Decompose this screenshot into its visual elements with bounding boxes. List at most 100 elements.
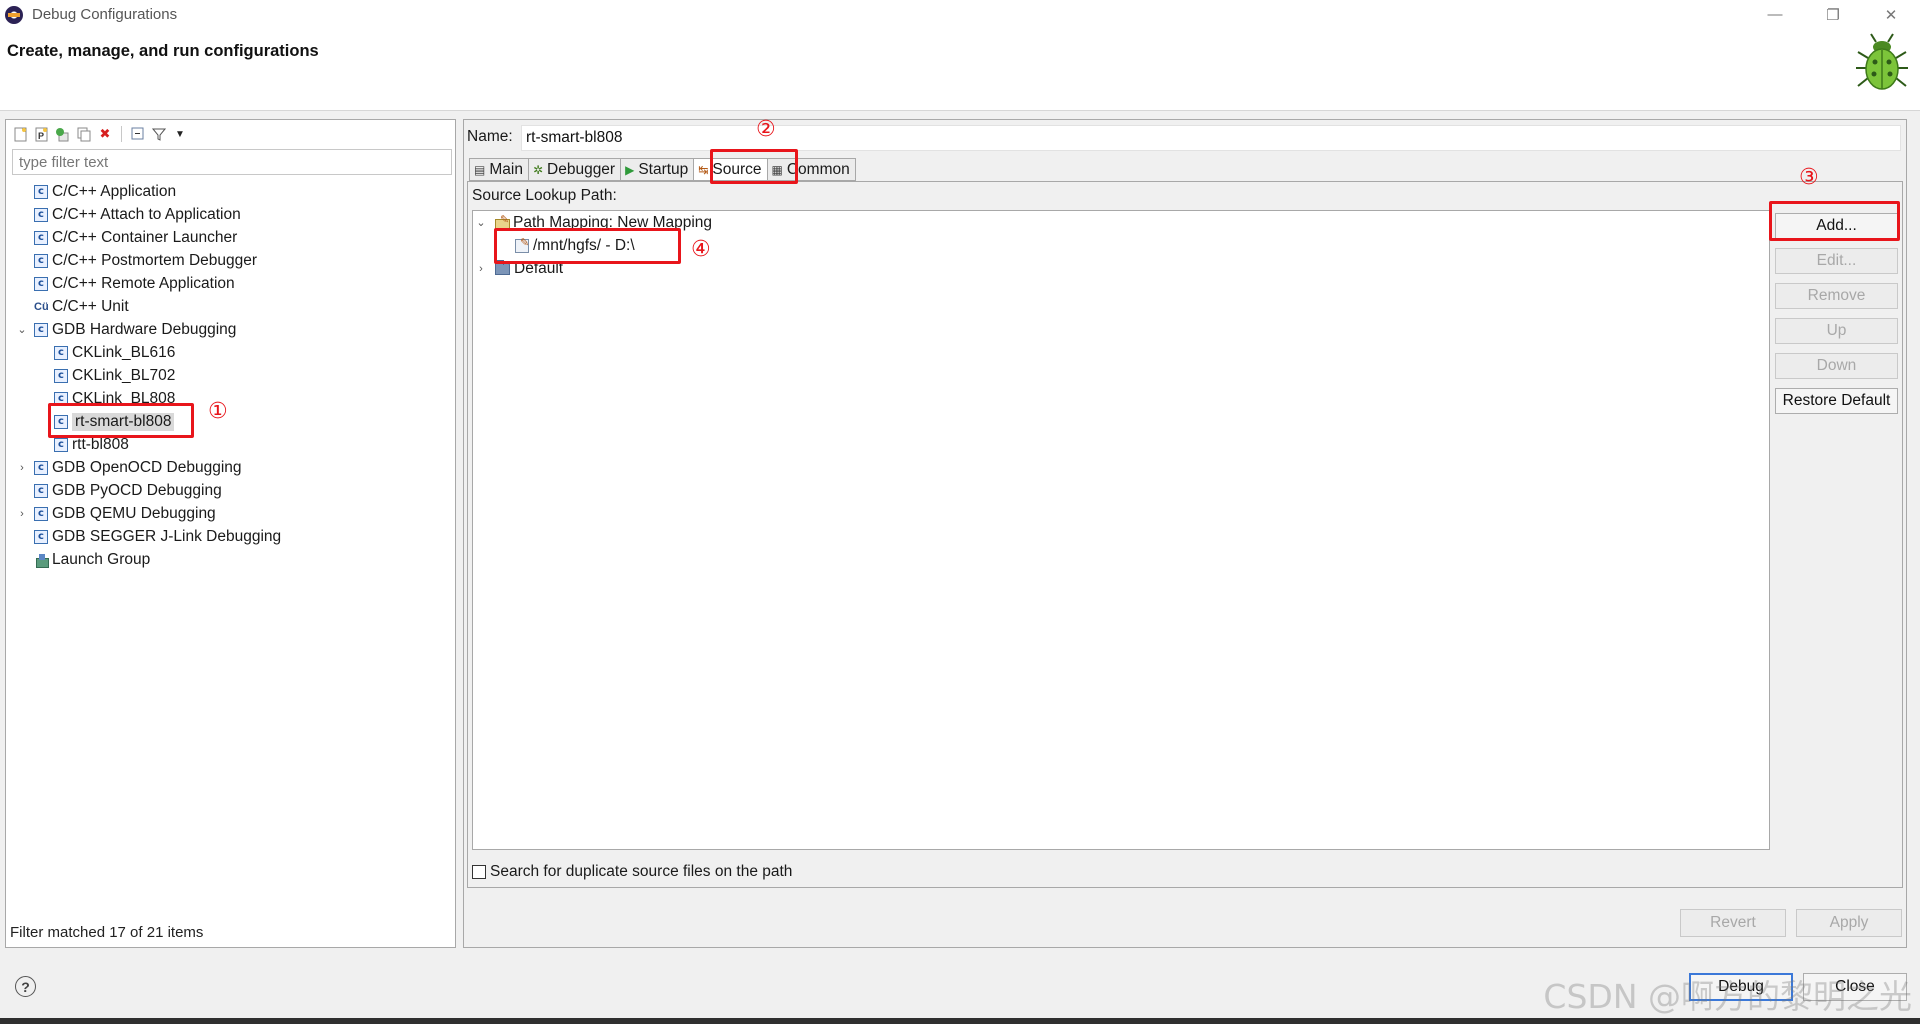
tree-item-label: CKLink_BL616 (72, 343, 176, 361)
svg-text:P: P (38, 131, 44, 141)
tree-item-cpp-container[interactable]: c C/C++ Container Launcher (6, 226, 455, 249)
apply-button[interactable]: Apply (1796, 909, 1902, 937)
restore-button[interactable]: ❐ (1804, 0, 1862, 29)
tab-debugger[interactable]: ✲ Debugger (527, 158, 621, 181)
view-menu-chevron-down-icon[interactable]: ▼ (171, 125, 189, 143)
duplicate-search-option[interactable]: Search for duplicate source files on the… (472, 863, 792, 881)
restore-default-button[interactable]: Restore Default (1775, 388, 1898, 414)
filter-input[interactable] (12, 149, 452, 175)
chevron-down-icon[interactable]: ⌄ (16, 324, 28, 336)
remove-button[interactable]: Remove (1775, 283, 1898, 309)
tab-startup[interactable]: ▶ Startup (620, 158, 694, 181)
duplicate-search-label: Search for duplicate source files on the… (490, 863, 793, 880)
delete-config-icon[interactable]: ✖ (96, 125, 114, 143)
c-config-icon: c (54, 345, 68, 360)
tree-item-label-selected: rt-smart-bl808 (72, 412, 175, 431)
c-config-icon: c (54, 368, 68, 383)
tree-item-gdb-qemu[interactable]: › c GDB QEMU Debugging (6, 502, 455, 525)
collapse-all-icon[interactable] (129, 125, 147, 143)
tree-item-label: GDB OpenOCD Debugging (52, 458, 242, 476)
duplicate-config-icon[interactable] (75, 125, 93, 143)
dialog-heading: Create, manage, and run configurations (7, 42, 319, 60)
tree-item-cpp-postmortem[interactable]: c C/C++ Postmortem Debugger (6, 249, 455, 272)
c-config-icon: c (34, 253, 48, 268)
c-config-icon: c (34, 460, 48, 475)
tree-item-label: C/C++ Attach to Application (52, 205, 241, 223)
revert-button[interactable]: Revert (1680, 909, 1786, 937)
c-config-icon: c (34, 230, 48, 245)
tree-item-label: GDB QEMU Debugging (52, 504, 216, 522)
title-bar: Debug Configurations — ❐ ✕ (0, 0, 1920, 29)
tree-item-gdb-hardware[interactable]: ⌄ c GDB Hardware Debugging (6, 318, 455, 341)
launch-group-icon (34, 553, 49, 568)
mapping-entry-icon (515, 236, 529, 253)
chevron-right-icon[interactable]: › (16, 462, 28, 474)
tab-common[interactable]: ▦ Common (766, 158, 856, 181)
tree-item-gdb-openocd[interactable]: › c GDB OpenOCD Debugging (6, 456, 455, 479)
tab-label: Startup (638, 160, 689, 178)
filter-icon[interactable] (150, 125, 168, 143)
cunit-icon: Cü (34, 300, 49, 313)
c-config-icon: c (54, 437, 68, 452)
configuration-editor: Name: ▤ Main ✲ Debugger ▶ Startup ↹ Sour… (463, 119, 1907, 948)
tree-item-cpp-application[interactable]: c C/C++ Application (6, 180, 455, 203)
configuration-tree: c C/C++ Application c C/C++ Attach to Ap… (6, 180, 455, 571)
debug-button[interactable]: Debug (1689, 973, 1793, 1001)
lookup-item-mapping-entry[interactable]: /mnt/hgfs/ - D:\ (515, 234, 635, 257)
c-config-icon: c (34, 529, 48, 544)
tree-item-label: Launch Group (52, 550, 151, 568)
source-lookup-label: Source Lookup Path: (472, 187, 617, 204)
tree-item-gdb-segger[interactable]: c GDB SEGGER J-Link Debugging (6, 525, 455, 548)
tree-item-cpp-remote[interactable]: c C/C++ Remote Application (6, 272, 455, 295)
duplicate-search-checkbox[interactable] (472, 865, 486, 879)
edit-button[interactable]: Edit... (1775, 248, 1898, 274)
tree-item-label: C/C++ Container Launcher (52, 228, 238, 246)
filter-status: Filter matched 17 of 21 items (10, 924, 204, 941)
tree-item-cklink-bl702[interactable]: c CKLink_BL702 (6, 364, 455, 387)
tree-item-cklink-bl616[interactable]: c CKLink_BL616 (6, 341, 455, 364)
tree-item-gdb-pyocd[interactable]: c GDB PyOCD Debugging (6, 479, 455, 502)
tree-item-cpp-unit[interactable]: Cü C/C++ Unit (6, 295, 455, 318)
chevron-right-icon[interactable]: › (16, 508, 28, 520)
tab-label: Debugger (547, 160, 616, 178)
lookup-item-label: /mnt/hgfs/ - D:\ (533, 236, 635, 254)
source-tab-content: Source Lookup Path: ⌄ Path Mapping: New … (467, 181, 1903, 888)
help-icon[interactable]: ? (15, 976, 36, 997)
c-config-icon: c (34, 483, 48, 498)
down-button[interactable]: Down (1775, 353, 1898, 379)
tree-item-cklink-bl808[interactable]: c CKLink_BL808 (6, 387, 455, 410)
close-window-button[interactable]: ✕ (1862, 0, 1920, 29)
source-lookup-tree: ⌄ Path Mapping: New Mapping /mnt/hgfs/ -… (472, 210, 1770, 850)
debug-bug-icon (1856, 33, 1908, 90)
lookup-item-default[interactable]: › Default (475, 257, 563, 280)
configurations-panel: P ✖ ▼ c C/C++ Application c C/C++ Attach… (5, 119, 456, 948)
tab-source[interactable]: ↹ Source (693, 158, 767, 181)
tree-item-label: CKLink_BL808 (72, 389, 176, 407)
new-config-icon[interactable] (12, 125, 30, 143)
c-config-icon: c (34, 322, 48, 337)
close-button[interactable]: Close (1803, 973, 1907, 1001)
bottom-strip (0, 1018, 1920, 1024)
tree-item-cpp-attach[interactable]: c C/C++ Attach to Application (6, 203, 455, 226)
tree-item-rtt-bl808[interactable]: c rtt-bl808 (6, 433, 455, 456)
chevron-right-icon[interactable]: › (475, 263, 487, 275)
tree-item-label: C/C++ Application (52, 182, 177, 200)
new-prototype-icon[interactable]: P (33, 125, 51, 143)
lookup-item-label: Default (514, 259, 564, 277)
lookup-item-path-mapping[interactable]: ⌄ Path Mapping: New Mapping (475, 211, 712, 234)
minimize-button[interactable]: — (1746, 0, 1804, 29)
dialog-header: Create, manage, and run configurations (0, 29, 1920, 111)
tab-main[interactable]: ▤ Main (469, 158, 528, 181)
window-controls: — ❐ ✕ (1746, 0, 1920, 29)
window-title: Debug Configurations (32, 6, 178, 23)
debugger-tab-icon: ✲ (532, 162, 544, 177)
c-config-icon: c (34, 506, 48, 521)
source-tab-icon: ↹ (698, 162, 709, 177)
chevron-down-icon[interactable]: ⌄ (475, 216, 487, 229)
add-button[interactable]: Add... (1775, 213, 1898, 239)
name-field[interactable] (521, 125, 1901, 151)
tree-item-rt-smart-bl808[interactable]: c rt-smart-bl808 (6, 410, 455, 433)
up-button[interactable]: Up (1775, 318, 1898, 344)
tree-item-launch-group[interactable]: Launch Group (6, 548, 455, 571)
export-config-icon[interactable] (54, 125, 72, 143)
